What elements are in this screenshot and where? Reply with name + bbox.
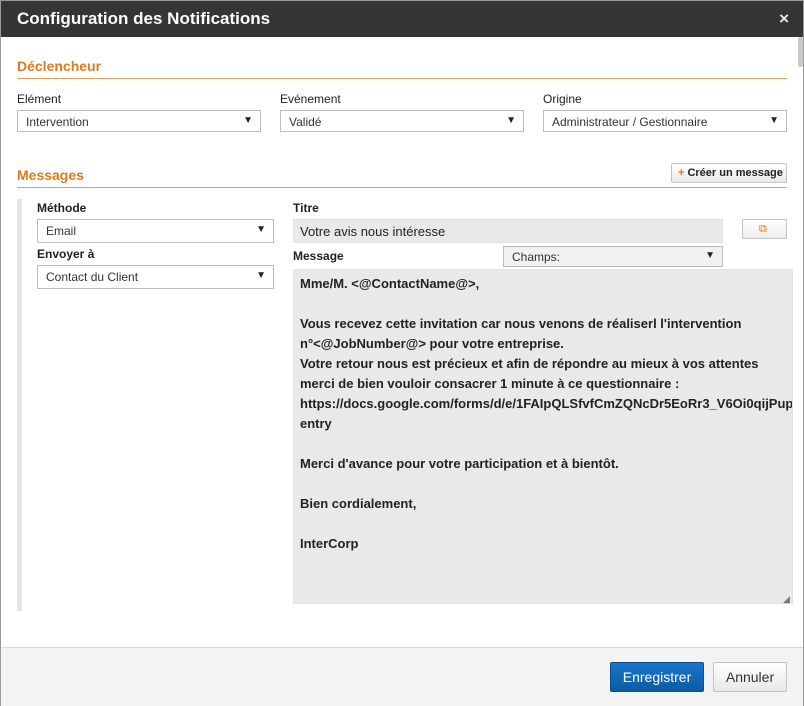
send-to-label: Envoyer à bbox=[37, 247, 95, 261]
caret-down-icon: ▼ bbox=[243, 115, 253, 126]
fields-select-value: Champs: bbox=[512, 250, 561, 264]
caret-down-icon: ▼ bbox=[256, 224, 266, 235]
cancel-button-label: Annuler bbox=[725, 669, 775, 685]
cancel-button[interactable]: Annuler bbox=[713, 662, 787, 692]
title-input[interactable]: Votre avis nous intéresse bbox=[293, 219, 723, 243]
method-label: Méthode bbox=[37, 201, 87, 215]
scrollbar[interactable] bbox=[798, 37, 803, 67]
caret-down-icon: ▼ bbox=[705, 250, 715, 261]
close-icon[interactable]: × bbox=[779, 9, 789, 29]
message-body-textarea[interactable]: Mme/M. <@ContactName@>, Vous recevez cet… bbox=[293, 269, 793, 604]
save-button[interactable]: Enregistrer bbox=[610, 662, 704, 692]
plus-icon: + bbox=[678, 167, 685, 179]
dialog-title: Configuration des Notifications bbox=[17, 9, 271, 28]
origin-select-value: Administrateur / Gestionnaire bbox=[552, 115, 708, 129]
caret-down-icon: ▼ bbox=[769, 115, 779, 126]
title-label: Titre bbox=[293, 201, 319, 215]
caret-down-icon: ▼ bbox=[256, 270, 266, 281]
event-select[interactable]: Validé ▼ bbox=[280, 110, 524, 132]
element-select[interactable]: Intervention ▼ bbox=[17, 110, 261, 132]
origin-label: Origine bbox=[543, 92, 582, 106]
element-label: Elément bbox=[17, 92, 62, 106]
message-item-indicator bbox=[17, 199, 22, 611]
fields-select[interactable]: Champs: ▼ bbox=[503, 246, 723, 267]
event-select-value: Validé bbox=[289, 115, 322, 129]
element-select-value: Intervention bbox=[26, 115, 89, 129]
event-label: Evénement bbox=[280, 92, 341, 106]
caret-down-icon: ▼ bbox=[506, 115, 516, 126]
messages-section-title: Messages bbox=[17, 167, 84, 183]
create-message-label: Créer un message bbox=[687, 167, 783, 179]
method-select-value: Email bbox=[46, 224, 77, 238]
save-button-label: Enregistrer bbox=[622, 669, 692, 685]
notification-config-dialog: Configuration des Notifications × Déclen… bbox=[0, 0, 804, 706]
origin-select[interactable]: Administrateur / Gestionnaire ▼ bbox=[543, 110, 787, 132]
create-message-button[interactable]: + Créer un message bbox=[671, 163, 787, 183]
trigger-section-title: Déclencheur bbox=[17, 58, 102, 74]
copy-icon: ⧉ bbox=[759, 223, 767, 235]
message-label: Message bbox=[293, 249, 344, 263]
dialog-titlebar: Configuration des Notifications × bbox=[1, 1, 803, 37]
copy-button[interactable]: ⧉ bbox=[742, 219, 787, 239]
title-input-value: Votre avis nous intéresse bbox=[300, 224, 446, 239]
method-select[interactable]: Email ▼ bbox=[37, 219, 274, 243]
send-to-select-value: Contact du Client bbox=[46, 270, 139, 284]
messages-section-divider bbox=[17, 187, 787, 188]
trigger-section-divider bbox=[17, 78, 787, 79]
resize-handle-icon[interactable]: ◢ bbox=[783, 594, 790, 605]
send-to-select[interactable]: Contact du Client ▼ bbox=[37, 265, 274, 289]
